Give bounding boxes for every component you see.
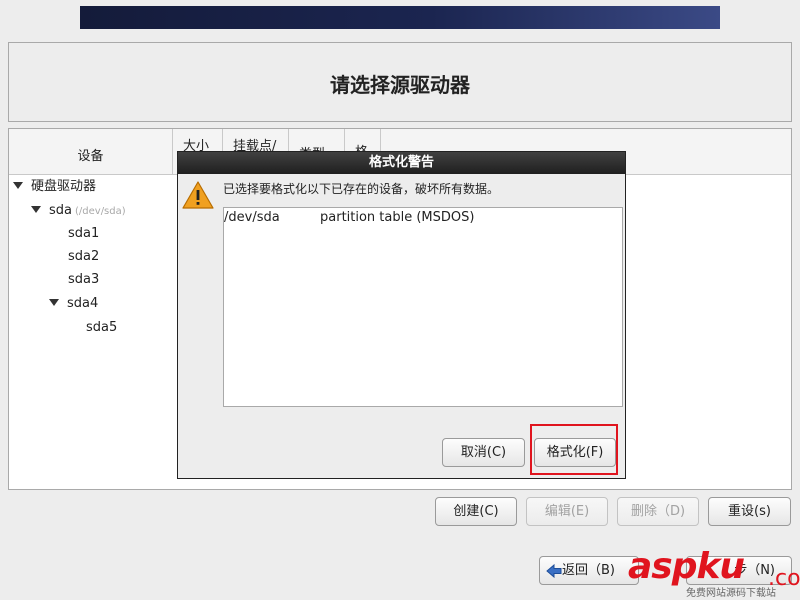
list-item-device: /dev/sda — [224, 210, 280, 225]
page-title: 请选择源驱动器 — [330, 73, 470, 97]
column-header-device[interactable]: 设备 — [9, 129, 173, 175]
list-item[interactable]: /dev/sda partition table (MSDOS) — [224, 208, 622, 228]
arrow-left-icon — [546, 564, 562, 578]
top-banner — [80, 6, 720, 29]
expander-down-icon[interactable] — [13, 182, 23, 189]
expander-down-icon[interactable] — [49, 299, 59, 306]
tree-item-sda4[interactable]: sda4 — [49, 294, 98, 314]
back-button[interactable]: 返回（B) — [539, 556, 639, 585]
warning-icon — [182, 181, 214, 209]
edit-button[interactable]: 编辑(E) — [526, 497, 608, 526]
back-label: 返回（B) — [562, 563, 615, 578]
watermark-logo: aspku .com 免费网站源码下载站 — [628, 546, 800, 600]
tree-item-sda2[interactable]: sda2 — [68, 247, 99, 267]
create-button[interactable]: 创建(C) — [435, 497, 517, 526]
tree-item-sublabel: (/dev/sda) — [75, 206, 126, 217]
highlight-annotation — [530, 424, 618, 475]
device-list[interactable]: /dev/sda partition table (MSDOS) — [223, 207, 623, 407]
tree-item-sda5[interactable]: sda5 — [86, 318, 117, 338]
reset-button[interactable]: 重设(s) — [708, 497, 791, 526]
tree-item-sda3[interactable]: sda3 — [68, 270, 99, 290]
watermark-tagline: 免费网站源码下载站 — [686, 588, 776, 599]
tree-item-hard-drives[interactable]: 硬盘驱动器 — [13, 177, 96, 197]
dialog-title: 格式化警告 — [178, 152, 625, 174]
expander-down-icon[interactable] — [31, 206, 41, 213]
tree-item-sda1[interactable]: sda1 — [68, 224, 99, 244]
title-panel: 请选择源驱动器 — [8, 42, 792, 122]
dialog-message: 已选择要格式化以下已存在的设备，破坏所有数据。 — [223, 182, 500, 196]
watermark-brand: aspku — [628, 546, 745, 587]
cancel-button[interactable]: 取消(C) — [442, 438, 525, 467]
list-item-description: partition table (MSDOS) — [320, 210, 475, 225]
tree-item-sda[interactable]: sda (/dev/sda) — [31, 201, 126, 221]
delete-button[interactable]: 删除（D) — [617, 497, 699, 526]
